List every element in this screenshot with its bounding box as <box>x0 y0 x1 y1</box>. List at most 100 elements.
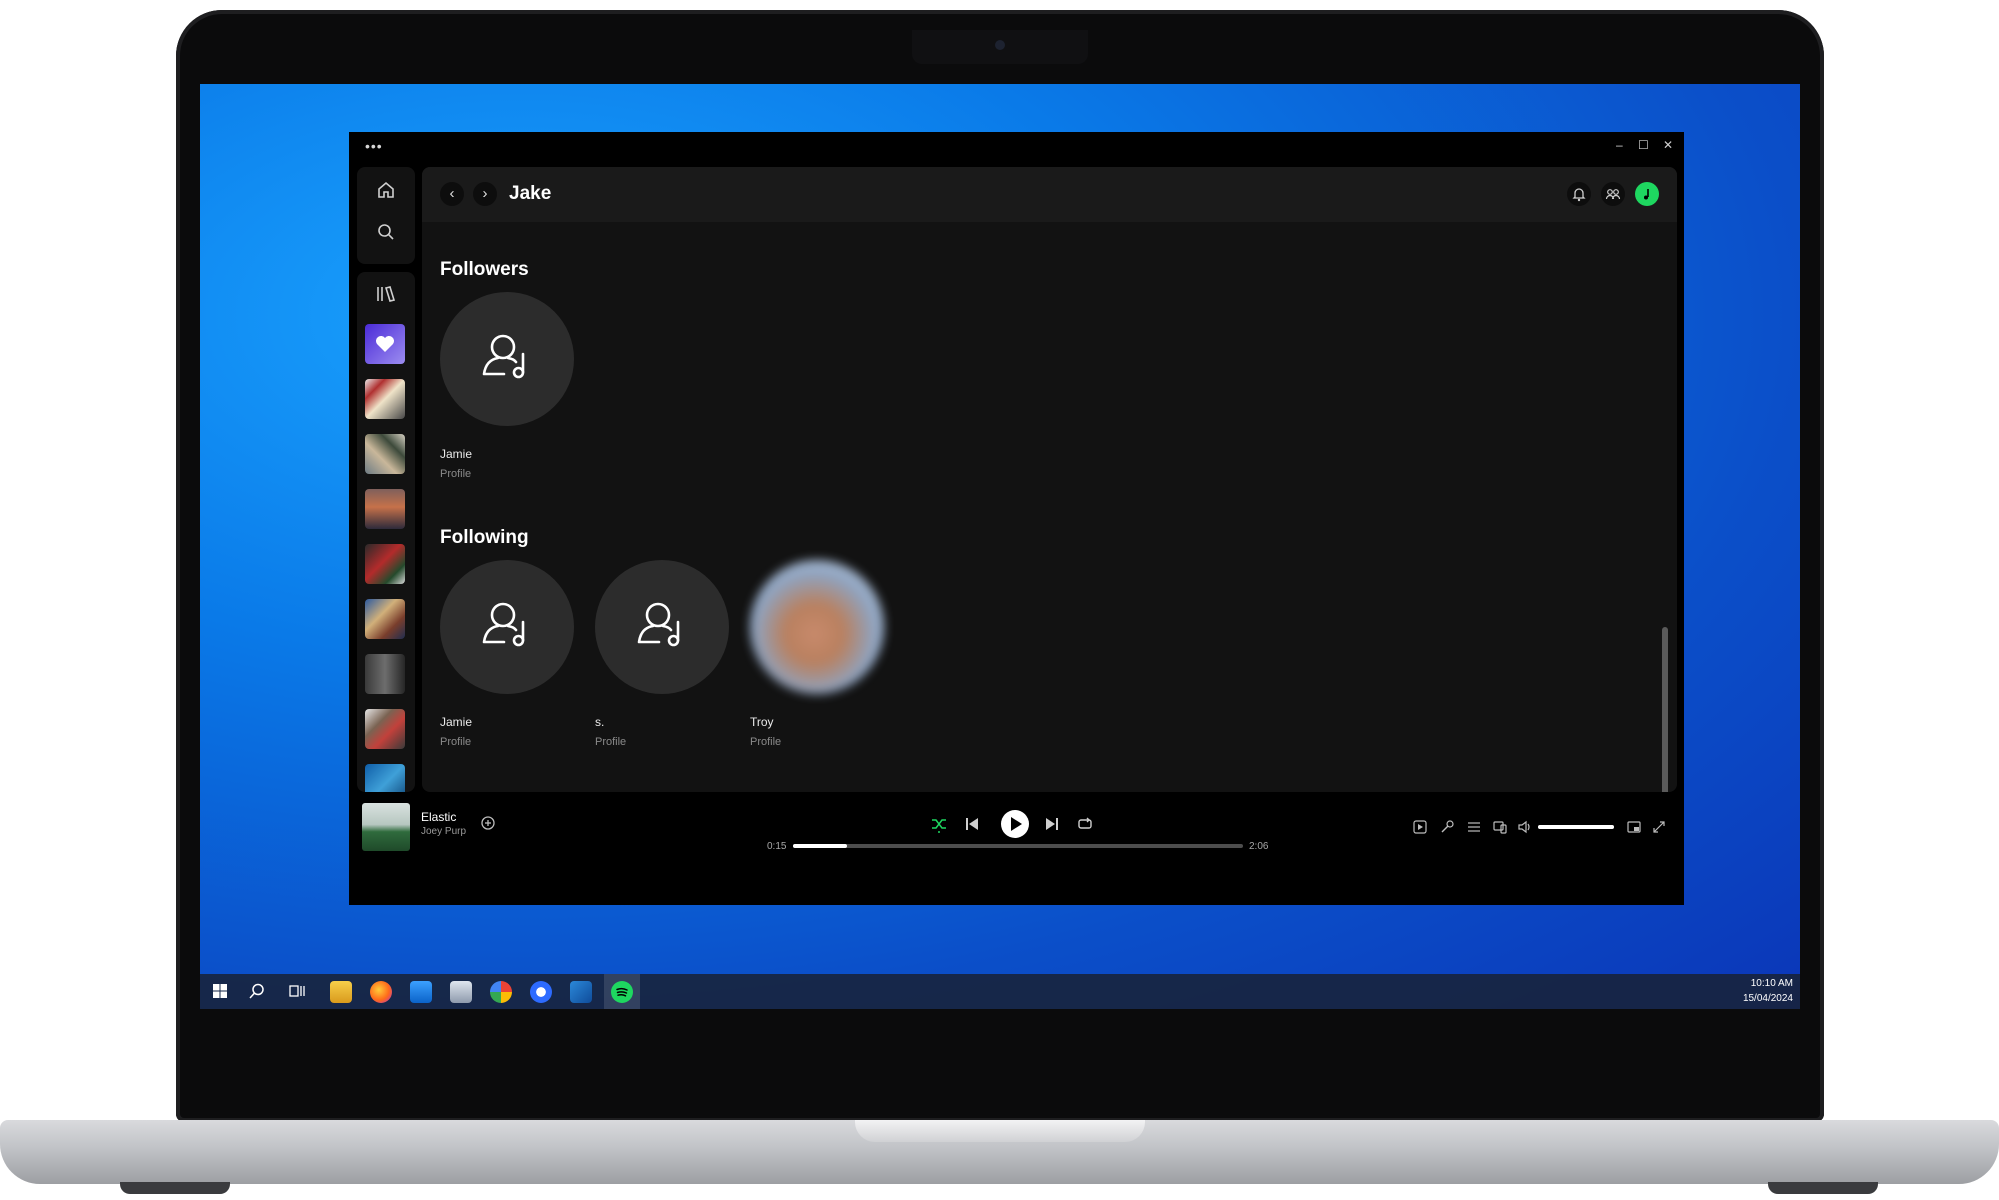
friend-activity-button[interactable] <box>1601 182 1625 206</box>
taskbar: 10:10 AM 15/04/2024 <box>200 974 1800 1009</box>
taskbar-search-button[interactable] <box>248 982 266 1005</box>
progress-bar[interactable] <box>793 844 1243 848</box>
followers-heading: Followers <box>440 259 529 280</box>
expand-icon <box>1653 821 1665 833</box>
following-card[interactable]: Troy Profile <box>750 560 884 760</box>
main-scrollbar[interactable] <box>1662 627 1668 792</box>
playlist-thumbnail[interactable] <box>365 544 405 584</box>
top-bar: ‹ › Jake <box>422 167 1677 222</box>
system-clock[interactable]: 10:10 AM 15/04/2024 <box>1715 976 1793 1006</box>
volume-slider[interactable] <box>1538 825 1614 829</box>
desktop-screen: ••• – ☐ ✕ ‹ › Jake Followers Jamie Profi… <box>200 84 1800 1009</box>
volume-fill <box>1538 825 1614 829</box>
bell-icon <box>1572 188 1586 202</box>
skip-back-icon <box>966 818 978 830</box>
play-icon <box>1011 817 1022 831</box>
profile-name: Troy <box>750 715 774 729</box>
laptop-foot-right <box>1768 1182 1878 1194</box>
following-card[interactable]: Jamie Profile <box>440 560 574 760</box>
now-playing-view-icon <box>1413 820 1427 834</box>
laptop-opening-lip <box>855 1120 1145 1142</box>
maximize-button[interactable]: ☐ <box>1638 138 1649 152</box>
playlist-thumbnail[interactable] <box>365 709 405 749</box>
user-avatar[interactable] <box>1635 182 1659 206</box>
profile-type: Profile <box>440 468 472 480</box>
mute-button[interactable] <box>1517 819 1533 840</box>
user-music-icon <box>482 602 525 647</box>
main-content: ‹ › Jake Followers Jamie Profile Followi… <box>422 167 1677 792</box>
follower-card[interactable]: Jamie Profile <box>440 292 574 492</box>
library-icon[interactable] <box>375 284 397 304</box>
user-music-icon <box>637 602 680 647</box>
search-icon[interactable] <box>376 222 396 242</box>
chrome-icon[interactable] <box>490 981 512 1003</box>
miniplayer-icon <box>1627 821 1641 833</box>
more-options-button[interactable]: ••• <box>365 138 383 154</box>
queue-button[interactable] <box>1466 819 1482 840</box>
profile-name: s. <box>595 715 605 729</box>
clock-time: 10:10 AM <box>1750 978 1793 989</box>
following-card[interactable]: s. Profile <box>595 560 729 760</box>
connect-device-button[interactable] <box>1492 819 1508 840</box>
liked-songs-thumbnail[interactable] <box>365 324 405 364</box>
profile-avatar <box>440 560 574 694</box>
outlook-icon[interactable] <box>570 981 592 1003</box>
elapsed-time: 0:15 <box>767 841 787 852</box>
plus-circle-icon <box>481 816 495 830</box>
now-playing-artist[interactable]: Joey Purp <box>421 826 466 837</box>
queue-icon <box>1468 822 1480 832</box>
spotify-waves-icon <box>616 987 628 997</box>
file-explorer-icon[interactable] <box>330 981 352 1003</box>
task-view-icon <box>289 985 305 997</box>
back-button[interactable]: ‹ <box>440 182 464 206</box>
playlist-thumbnail[interactable] <box>365 489 405 529</box>
repeat-button[interactable] <box>1076 815 1094 838</box>
mail-icon[interactable] <box>410 981 432 1003</box>
previous-button[interactable] <box>963 815 981 838</box>
profile-avatar <box>595 560 729 694</box>
heart-icon <box>376 336 394 352</box>
total-time: 2:06 <box>1249 841 1269 852</box>
profile-type: Profile <box>750 736 782 748</box>
playlist-thumbnail[interactable] <box>365 599 405 639</box>
progress-fill <box>793 844 847 848</box>
fullscreen-button[interactable] <box>1651 819 1667 840</box>
firefox-icon[interactable] <box>370 981 392 1003</box>
playlist-thumbnail[interactable] <box>365 379 405 419</box>
laptop-foot-left <box>120 1182 230 1194</box>
add-to-library-button[interactable] <box>480 815 496 836</box>
player-bar: Elastic Joey Purp 0:15 2:06 <box>349 798 1684 905</box>
microphone-icon <box>1441 820 1454 833</box>
notifications-button[interactable] <box>1567 182 1591 206</box>
forward-button[interactable]: › <box>473 182 497 206</box>
following-heading: Following <box>440 527 529 548</box>
now-playing-view-button[interactable] <box>1412 819 1428 840</box>
spotify-icon[interactable] <box>611 981 633 1003</box>
start-button[interactable] <box>212 983 228 1004</box>
lyrics-button[interactable] <box>1439 819 1455 840</box>
skip-forward-icon <box>1046 818 1058 830</box>
now-playing-cover[interactable] <box>362 803 410 851</box>
close-button[interactable]: ✕ <box>1663 138 1673 152</box>
spotify-window: ••• – ☐ ✕ ‹ › Jake Followers Jamie Profi… <box>349 132 1684 905</box>
playlist-thumbnail[interactable] <box>365 434 405 474</box>
device-icon <box>1493 821 1507 834</box>
next-button[interactable] <box>1043 815 1061 838</box>
friends-icon <box>1605 189 1621 200</box>
home-icon[interactable] <box>376 180 396 200</box>
playlist-thumbnail[interactable] <box>365 654 405 694</box>
profile-type: Profile <box>595 736 627 748</box>
page-title: Jake <box>509 183 552 204</box>
profile-photo <box>750 560 884 694</box>
app-icon[interactable] <box>450 981 472 1003</box>
playlist-thumbnail[interactable] <box>365 764 405 792</box>
app-icon[interactable] <box>530 981 552 1003</box>
shuffle-icon <box>932 819 946 833</box>
volume-icon <box>1518 820 1530 834</box>
miniplayer-button[interactable] <box>1626 819 1642 840</box>
webcam <box>995 40 1005 50</box>
minimize-button[interactable]: – <box>1616 138 1623 152</box>
now-playing-title[interactable]: Elastic <box>421 810 456 824</box>
task-view-button[interactable] <box>288 983 306 1004</box>
shuffle-button[interactable] <box>930 815 948 838</box>
